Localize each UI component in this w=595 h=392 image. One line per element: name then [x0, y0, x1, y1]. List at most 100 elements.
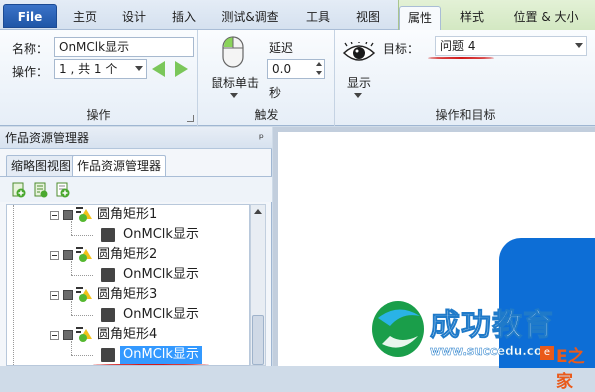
tab-home[interactable]: 主页 — [66, 6, 104, 30]
seconds-unit: 秒 — [269, 86, 282, 100]
delay-value: 0.0 — [272, 62, 292, 76]
context-tab-group: 属性 样式 位置 & 大小 — [398, 0, 595, 31]
tree-item-shape[interactable]: 圆角矩形3 — [7, 285, 249, 305]
tab-tools[interactable]: 工具 — [296, 6, 340, 30]
next-arrow-icon[interactable] — [175, 61, 188, 77]
spin-down-icon[interactable] — [316, 71, 322, 75]
mouse-icon[interactable] — [222, 36, 244, 68]
tree-item-shape[interactable]: 圆角矩形4 — [7, 325, 249, 345]
operation-label: 操作： — [12, 65, 49, 79]
group-label-operation: 操作 — [86, 108, 111, 122]
add-slide-icon[interactable] — [56, 182, 70, 198]
target-select-value: 问题 4 — [440, 39, 476, 53]
dialog-launcher-icon[interactable] — [187, 115, 194, 122]
show-label[interactable]: 显示 — [347, 74, 371, 91]
spin-up-icon[interactable] — [316, 62, 322, 66]
tree-item-label: 圆角矩形3 — [97, 287, 158, 302]
ribbon: 名称： OnMClk显示 操作： 1 , 共 1 个 操作 鼠标单击 延迟 0.… — [0, 30, 595, 126]
name-label: 名称： — [12, 42, 49, 56]
tree-guide-line — [71, 315, 93, 316]
ribbon-tab-bar: File 主页 设计 插入 测试&调查 工具 视图 属性 样式 位置 & 大小 — [0, 0, 595, 31]
add-question-icon[interactable] — [34, 182, 48, 198]
tree-item-action[interactable]: OnMClk显示 — [7, 265, 249, 285]
eye-icon[interactable] — [342, 42, 376, 64]
tree-guide-line — [71, 235, 93, 236]
tab-insert[interactable]: 插入 — [164, 6, 204, 30]
tree-item-label: 圆角矩形2 — [97, 247, 158, 262]
tab-position-size[interactable]: 位置 & 大小 — [503, 6, 589, 30]
project-explorer-pane: 作品资源管理器 ᵖ 缩略图视图 作品资源管理器 圆角矩形1 OnMClk显示 圆… — [0, 127, 272, 366]
prev-arrow-icon[interactable] — [152, 61, 165, 77]
group-trigger: 鼠标单击 延迟 0.0 秒 触发 — [199, 30, 335, 126]
red-annotation-underline — [428, 57, 494, 59]
tree-item-label: 圆角矩形1 — [97, 207, 158, 222]
slide-canvas-area: 成功教育 www.succedu.com e E之家 — [273, 127, 595, 392]
tree-item-action[interactable]: OnMClk显示 — [7, 225, 249, 245]
watermark-title: 成功教育 — [430, 308, 554, 344]
tab-style[interactable]: 样式 — [451, 6, 493, 30]
chevron-down-icon[interactable] — [354, 93, 362, 98]
tab-file[interactable]: File — [3, 4, 57, 28]
pane-title: 作品资源管理器 — [5, 131, 90, 145]
chevron-down-icon — [575, 43, 583, 48]
tab-thumbnail-view[interactable]: 缩略图视图 — [6, 155, 77, 176]
tab-design[interactable]: 设计 — [114, 6, 154, 30]
shape-icon — [76, 327, 92, 342]
action-clapper-icon — [101, 268, 115, 282]
tree-item-shape[interactable]: 圆角矩形2 — [7, 245, 249, 265]
shape-icon — [76, 207, 92, 222]
shape-icon — [76, 287, 92, 302]
mouse-click-label[interactable]: 鼠标单击 — [211, 74, 259, 91]
collapse-icon[interactable] — [50, 331, 59, 340]
tree-item-label: OnMClk显示 — [123, 307, 199, 322]
tree-guide-line — [71, 355, 93, 356]
delay-label: 延迟 — [269, 41, 294, 55]
operation-select-value: 1 , 共 1 个 — [59, 62, 118, 76]
pane-header: 作品资源管理器 ᵖ — [0, 127, 272, 149]
collapse-icon[interactable] — [50, 291, 59, 300]
watermark: 成功教育 www.succedu.com e E之家 — [368, 292, 595, 392]
collapse-icon[interactable] — [50, 251, 59, 260]
tree-item-action-selected[interactable]: OnMClk显示 — [7, 345, 249, 365]
group-label-action-target: 操作和目标 — [435, 108, 496, 122]
watermark-brand: E之家 — [556, 347, 585, 392]
action-clapper-icon — [101, 228, 115, 242]
tree-item-label: 圆角矩形4 — [97, 327, 158, 342]
shape-icon — [76, 247, 92, 262]
operation-select[interactable]: 1 , 共 1 个 — [54, 59, 147, 79]
group-action-target: 显示 目标： 问题 4 操作和目标 — [336, 30, 595, 126]
collapse-icon[interactable] — [50, 211, 59, 220]
tab-test-survey[interactable]: 测试&调查 — [214, 6, 286, 30]
tab-project-explorer[interactable]: 作品资源管理器 — [72, 155, 167, 176]
action-clapper-icon — [101, 348, 115, 362]
target-select[interactable]: 问题 4 — [435, 36, 587, 56]
delay-spinner[interactable]: 0.0 — [267, 59, 325, 79]
visibility-toggle[interactable] — [63, 330, 73, 340]
name-input[interactable]: OnMClk显示 — [54, 37, 194, 57]
target-label: 目标： — [383, 42, 420, 56]
tree-scrollbar[interactable] — [250, 204, 266, 366]
action-clapper-icon — [101, 308, 115, 322]
visibility-toggle[interactable] — [63, 290, 73, 300]
watermark-url: www.succedu.com — [430, 344, 555, 359]
pane-toolbar — [0, 176, 272, 202]
group-operation: 名称： OnMClk显示 操作： 1 , 共 1 个 操作 — [0, 30, 198, 126]
add-page-icon[interactable] — [12, 182, 26, 198]
tree-item-action[interactable]: OnMClk显示 — [7, 305, 249, 325]
tree-item-label: OnMClk显示 — [123, 227, 199, 242]
tree-item-shape[interactable]: 圆角矩形1 — [7, 205, 249, 225]
scroll-thumb[interactable] — [252, 315, 264, 365]
tab-properties[interactable]: 属性 — [399, 6, 441, 31]
pin-icon[interactable]: ᵖ — [259, 127, 264, 149]
visibility-toggle[interactable] — [63, 250, 73, 260]
resource-tree: 圆角矩形1 OnMClk显示 圆角矩形2 OnMClk显示 圆角矩形3 OnMC… — [6, 204, 250, 366]
visibility-toggle[interactable] — [63, 210, 73, 220]
slide-canvas[interactable]: 成功教育 www.succedu.com e E之家 — [278, 132, 595, 392]
chevron-down-icon[interactable] — [230, 93, 238, 98]
chevron-down-icon — [135, 66, 143, 71]
tree-item-label: OnMClk显示 — [120, 346, 202, 364]
brand-logo-icon: e — [540, 346, 554, 360]
tree-guide-line — [71, 275, 93, 276]
scroll-up-icon[interactable] — [254, 209, 262, 214]
tab-view[interactable]: 视图 — [348, 6, 388, 30]
